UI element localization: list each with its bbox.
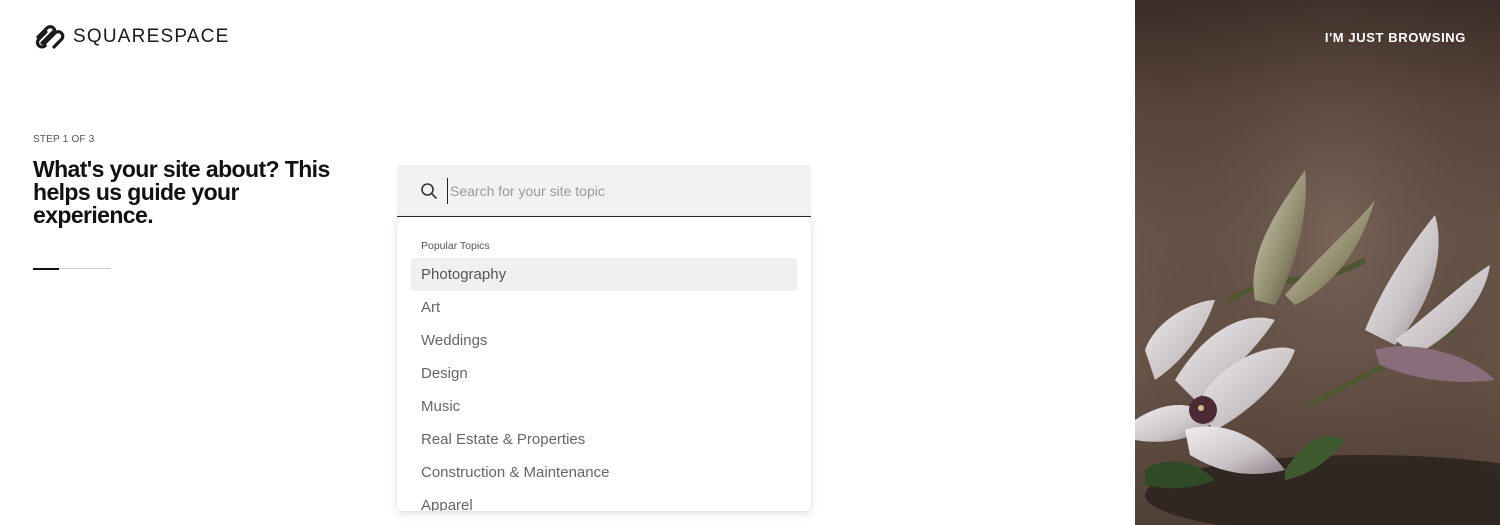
search-input[interactable] — [447, 178, 787, 204]
progress-track — [33, 267, 111, 270]
topic-item-photography[interactable]: Photography — [411, 258, 797, 291]
squarespace-logo[interactable]: SQUARESPACE — [33, 23, 229, 51]
topic-list: Photography Art Weddings Design Music Re… — [411, 258, 797, 511]
topic-item-real-estate[interactable]: Real Estate & Properties — [411, 423, 797, 456]
topic-item-music[interactable]: Music — [411, 390, 797, 423]
onboarding-page: SQUARESPACE STEP 1 OF 3 What's your site… — [0, 0, 1500, 525]
page-title: What's your site about? This helps us gu… — [33, 156, 330, 228]
search-icon — [421, 183, 437, 199]
step-indicator: STEP 1 OF 3 — [33, 134, 95, 145]
topic-item-apparel[interactable]: Apparel — [411, 489, 797, 511]
main-panel: SQUARESPACE STEP 1 OF 3 What's your site… — [0, 0, 1135, 525]
just-browsing-link[interactable]: I'M JUST BROWSING — [1325, 30, 1466, 45]
topic-item-art[interactable]: Art — [411, 291, 797, 324]
search-box[interactable] — [397, 165, 811, 217]
topic-item-design[interactable]: Design — [411, 357, 797, 390]
topic-item-construction[interactable]: Construction & Maintenance — [411, 456, 797, 489]
squarespace-logo-icon — [35, 25, 65, 49]
lily-flowers-photo — [1135, 0, 1500, 525]
topics-dropdown: Popular Topics Photography Art Weddings … — [397, 217, 811, 511]
hero-image-panel: I'M JUST BROWSING — [1135, 0, 1500, 525]
logo-wordmark: SQUARESPACE — [73, 26, 230, 47]
progress-fill — [33, 267, 59, 270]
dropdown-heading: Popular Topics — [421, 240, 490, 252]
topic-item-weddings[interactable]: Weddings — [411, 324, 797, 357]
